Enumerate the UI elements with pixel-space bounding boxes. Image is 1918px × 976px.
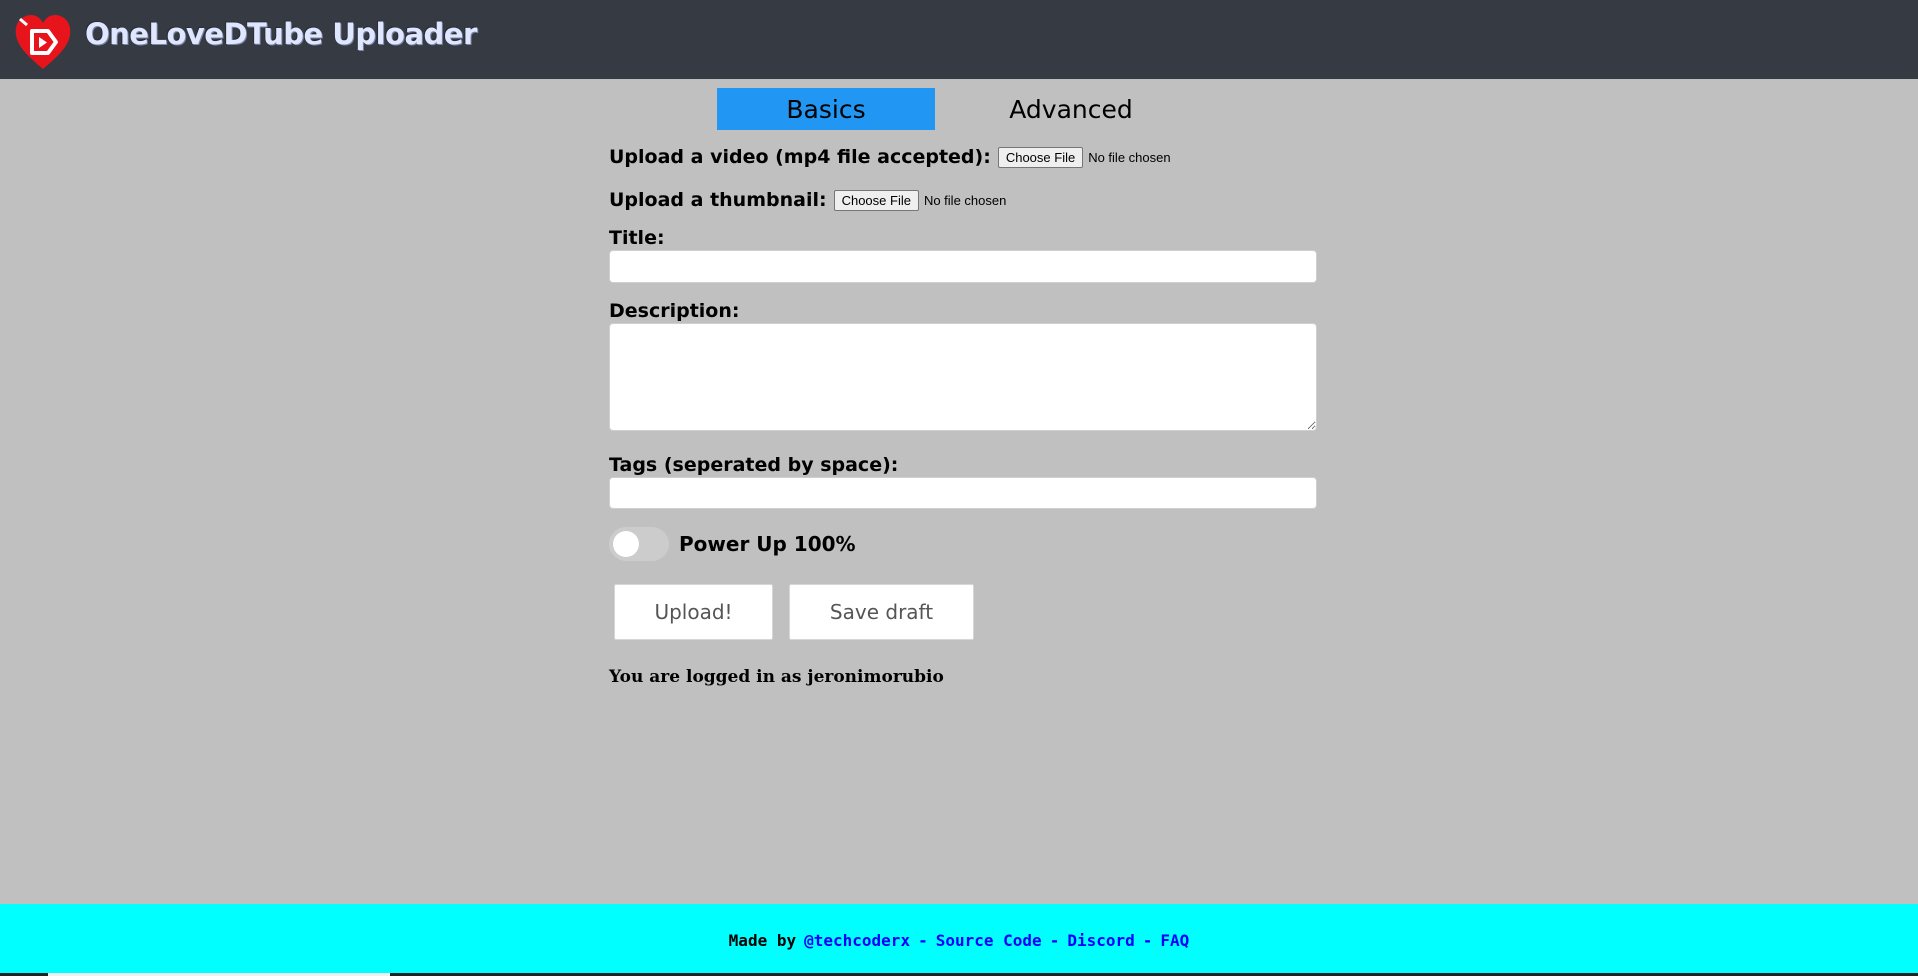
footer: Made by @techcoderx - Source Code - Disc… [0,904,1918,976]
action-buttons: Upload! Save draft [609,584,1317,640]
thumbnail-upload-row: Upload a thumbnail: Choose File No file … [609,183,1317,217]
tags-input[interactable] [609,477,1317,509]
discord-link[interactable]: Discord [1067,931,1134,950]
author-link[interactable]: @techcoderx [804,931,910,950]
thumbnail-upload-label: Upload a thumbnail: [609,189,827,211]
upload-button[interactable]: Upload! [614,584,773,640]
video-upload-label: Upload a video (mp4 file accepted): [609,146,991,168]
title-input[interactable] [609,250,1317,283]
thumbnail-file-status: No file chosen [923,192,1007,208]
description-textarea[interactable] [609,323,1317,431]
app-title[interactable]: OneLoveDTube Uploader [85,17,477,51]
tab-advanced[interactable]: Advanced [935,88,1207,130]
faq-link[interactable]: FAQ [1160,931,1189,950]
video-upload-row: Upload a video (mp4 file accepted): Choo… [609,140,1317,174]
login-status: You are logged in as jeronimorubio [609,667,944,687]
powerup-toggle[interactable] [609,527,669,561]
tags-label: Tags (seperated by space): [609,454,899,476]
video-choose-file-button[interactable]: Choose File [997,146,1084,168]
powerup-label: Power Up 100% [679,532,856,556]
made-by-text: Made by [728,930,797,950]
heart-play-logo-icon[interactable] [12,11,74,71]
tab-basics[interactable]: Basics [717,88,935,130]
upload-form: Upload a video (mp4 file accepted): Choo… [609,140,1317,687]
description-label: Description: [609,300,740,322]
toggle-knob [613,531,639,557]
navbar: OneLoveDTube Uploader [0,0,1918,79]
save-draft-button[interactable]: Save draft [789,584,974,640]
title-label: Title: [609,227,665,249]
thumbnail-choose-file-button[interactable]: Choose File [833,189,919,211]
footer-separator: - [918,930,928,950]
tab-bar: Basics Advanced [717,88,1207,130]
footer-separator: - [1049,930,1060,950]
powerup-row: Power Up 100% [609,526,1317,562]
video-file-status: No file chosen [1088,149,1171,165]
footer-separator: - [1142,930,1153,950]
source-code-link[interactable]: Source Code [936,931,1042,950]
